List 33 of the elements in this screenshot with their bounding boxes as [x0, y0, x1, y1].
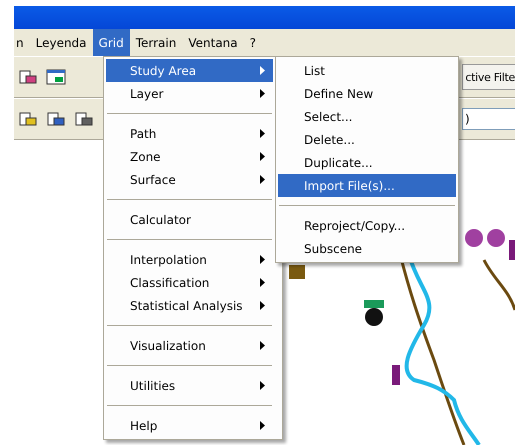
toolbar-icon[interactable] [18, 110, 38, 128]
menu-bar-item[interactable]: n [10, 29, 30, 56]
menu-item[interactable]: Duplicate... [278, 151, 456, 174]
menu-item[interactable]: Reproject/Copy... [278, 214, 456, 237]
menu-item[interactable]: Interpolation [106, 248, 273, 271]
menu-item[interactable]: Import File(s)... [278, 174, 456, 197]
menu-bar-item[interactable]: Grid [92, 29, 130, 56]
menu-item[interactable]: Layer [106, 82, 273, 105]
menu-item[interactable]: Statistical Analysis [106, 294, 273, 317]
menu-item[interactable]: Subscene [278, 237, 456, 260]
toolbar-icon[interactable] [46, 68, 66, 86]
menu-item[interactable]: Surface [106, 168, 273, 191]
toolbar-icon[interactable] [18, 68, 38, 86]
menu-item[interactable]: List [278, 59, 456, 82]
menu-item[interactable]: Calculator [106, 208, 273, 231]
menu-item[interactable]: Path [106, 122, 273, 145]
menu-item[interactable]: Define New [278, 82, 456, 105]
menu-item[interactable]: Delete... [278, 128, 456, 151]
toolbar-icon[interactable] [74, 110, 94, 128]
menu-item[interactable]: Classification [106, 271, 273, 294]
menu-item[interactable]: Utilities [106, 374, 273, 397]
menu-bar-item[interactable]: Ventana [182, 29, 244, 56]
filter-button[interactable]: ctive Filte [462, 64, 515, 90]
menu-item[interactable]: Visualization [106, 334, 273, 357]
menu-item[interactable]: Study Area [106, 59, 273, 82]
menu-bar-item[interactable]: ? [244, 29, 262, 56]
toolbar-icon[interactable] [46, 110, 66, 128]
input-field[interactable]: ) [462, 108, 515, 130]
menu-bar-item[interactable]: Terrain [130, 29, 182, 56]
menu-bar-item[interactable]: Leyenda [30, 29, 93, 56]
menu-item[interactable]: Help [106, 414, 273, 437]
menu-item[interactable]: Zone [106, 145, 273, 168]
menu-item[interactable]: Select... [278, 105, 456, 128]
